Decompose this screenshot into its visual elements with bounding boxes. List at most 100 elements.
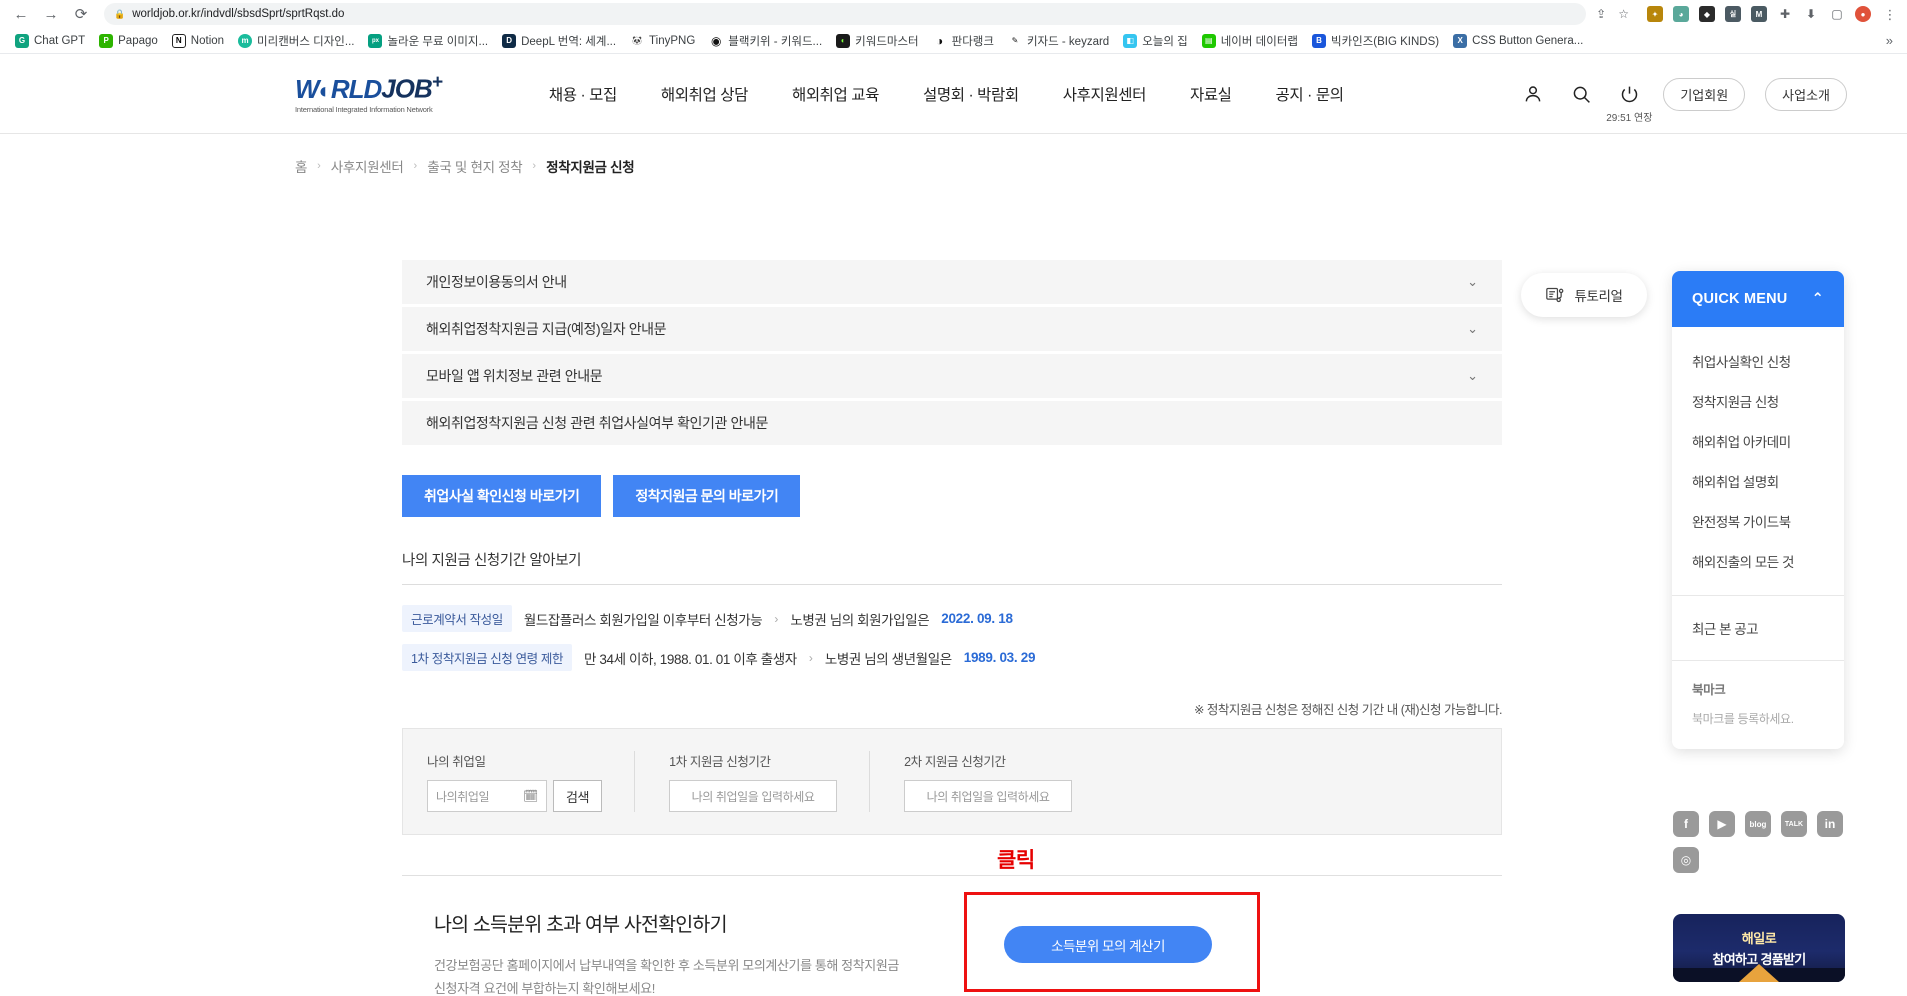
extension-icon-1[interactable]: ◕: [1673, 6, 1689, 22]
chevron-down-icon[interactable]: ⌄: [1467, 321, 1478, 337]
youtube-icon[interactable]: ▶: [1709, 811, 1735, 837]
promo-paragraph-line1: 건강보험공단 홈페이지에서 납부내역을 확인한 후 소득분위 모의계산기를 통해…: [434, 958, 899, 973]
bookmark-favicon: ◉: [709, 34, 723, 48]
extension-icon-0[interactable]: ✦: [1647, 6, 1663, 22]
info-row-contract-date: 근로계약서 작성일 월드잡플러스 회원가입일 이후부터 신청가능 › 노병권 님…: [402, 599, 1502, 638]
bookmark-label: TinyPNG: [649, 35, 695, 47]
extension-icon-4[interactable]: M: [1751, 6, 1767, 22]
nav-item-education[interactable]: 해외취업 교육: [792, 83, 879, 105]
browser-chrome: ← → ⟳ 🔒 worldjob.or.kr/indvdl/sbsdSprt/s…: [0, 0, 1907, 54]
bookmark-label: 미리캔버스 디자인...: [257, 33, 354, 49]
info-value-birth-date: 1989. 03. 29: [964, 650, 1035, 665]
field-label: 나의 취업일: [427, 751, 602, 770]
download-icon[interactable]: ⬇: [1803, 6, 1819, 22]
search-button[interactable]: 검색: [553, 780, 602, 812]
extension-icon-3[interactable]: 실: [1725, 6, 1741, 22]
bookmark-item[interactable]: ✎키자드 - keyzard: [1001, 31, 1116, 51]
quick-menu-item-academy[interactable]: 해외취업 아카데미: [1672, 421, 1844, 461]
bookmark-item[interactable]: 🐼TinyPNG: [623, 32, 702, 50]
income-calculator-button[interactable]: 소득분위 모의 계산기: [1004, 926, 1212, 963]
bookmark-item[interactable]: PPapago: [92, 32, 165, 50]
address-bar[interactable]: 🔒 worldjob.or.kr/indvdl/sbsdSprt/sprtRqs…: [104, 3, 1586, 25]
chevron-down-icon[interactable]: ⌄: [1467, 274, 1478, 290]
user-icon[interactable]: [1519, 80, 1547, 108]
quick-menu-item-employment-verification[interactable]: 취업사실확인 신청: [1672, 341, 1844, 381]
nav-item-resources[interactable]: 자료실: [1190, 83, 1232, 105]
bookmark-label: 오늘의 집: [1142, 33, 1188, 49]
tutorial-button[interactable]: 튜토리얼: [1521, 273, 1647, 317]
bookmark-item[interactable]: ◉블랙키위 - 키워드...: [702, 31, 829, 51]
bookmark-item[interactable]: ◐키워드마스터: [829, 31, 925, 51]
first-period-placeholder: 나의 취업일을 입력하세요: [692, 788, 815, 805]
info-label: 노병권 님의 생년월일은: [825, 648, 952, 668]
linkedin-icon[interactable]: in: [1817, 811, 1843, 837]
field-label: 2차 지원금 신청기간: [904, 751, 1072, 770]
nav-item-notice[interactable]: 공지 · 문의: [1276, 83, 1344, 105]
calendar-icon[interactable]: 🗓: [523, 789, 538, 803]
instagram-icon[interactable]: ◎: [1673, 847, 1699, 873]
bookmark-item[interactable]: XCSS Button Genera...: [1446, 32, 1590, 50]
forward-button[interactable]: →: [38, 2, 64, 26]
bookmark-star-icon[interactable]: ☆: [1618, 7, 1629, 21]
nav-item-consulting[interactable]: 해외취업 상담: [661, 83, 748, 105]
second-period-display: 나의 취업일을 입력하세요: [904, 780, 1072, 812]
accordion-item-verify-agency[interactable]: 해외취업정착지원금 신청 관련 취업사실여부 확인기관 안내문: [402, 401, 1502, 445]
date-search-panel: 나의 취업일 나의취업일 🗓 검색 1차 지원금 신청기간 나의 취업일을 입력…: [402, 728, 1502, 835]
reload-button[interactable]: ⟳: [68, 2, 94, 26]
bookmark-item[interactable]: m미리캔버스 디자인...: [231, 31, 361, 51]
window-icon[interactable]: ▢: [1829, 6, 1845, 22]
chevron-right-icon: ›: [809, 651, 813, 665]
bookmark-item[interactable]: NNotion: [165, 32, 231, 50]
chrome-menu-icon[interactable]: ⋮: [1881, 8, 1899, 21]
bookmark-item[interactable]: ◧오늘의 집: [1116, 31, 1195, 51]
nav-item-recruit[interactable]: 채용 · 모집: [549, 83, 617, 105]
business-intro-button[interactable]: 사업소개: [1765, 78, 1847, 111]
quick-menu-item-settlement-application[interactable]: 정착지원금 신청: [1672, 381, 1844, 421]
nav-item-support-center[interactable]: 사후지원센터: [1063, 83, 1146, 105]
accordion-item-location-info[interactable]: 모바일 앱 위치정보 관련 안내문 ⌄: [402, 354, 1502, 398]
back-button[interactable]: ←: [8, 2, 34, 26]
employment-verification-button[interactable]: 취업사실 확인신청 바로가기: [402, 475, 601, 517]
site-logo[interactable]: W◐RLDJOB+ International Integrated Infor…: [295, 73, 442, 114]
quick-menu-list: 취업사실확인 신청 정착지원금 신청 해외취업 아카데미 해외취업 설명회 완전…: [1672, 327, 1844, 591]
puzzle-icon[interactable]: ✚: [1777, 6, 1793, 22]
quick-menu-header[interactable]: QUICK MENU ⌃: [1672, 271, 1844, 327]
bookmark-item[interactable]: px놀라운 무료 이미지...: [361, 31, 495, 51]
info-description: 월드잡플러스 회원가입일 이후부터 신청가능: [524, 609, 762, 629]
info-tag: 1차 정착지원금 신청 연령 제한: [402, 644, 572, 671]
breadcrumb-settlement[interactable]: 출국 및 현지 정착: [427, 156, 522, 176]
accordion-item-payment-date[interactable]: 해외취업정착지원금 지급(예정)일자 안내문 ⌄: [402, 307, 1502, 351]
quick-menu-item-overseas-all[interactable]: 해외진출의 모든 것: [1672, 541, 1844, 581]
bookmark-item[interactable]: DDeepL 번역: 세계...: [495, 31, 623, 51]
power-logout-icon[interactable]: 29:51 연장: [1615, 80, 1643, 108]
bookmarks-overflow-icon[interactable]: »: [1880, 33, 1899, 48]
chevron-up-icon[interactable]: ⌃: [1812, 291, 1824, 307]
kakaotalk-icon[interactable]: TALK: [1781, 811, 1807, 837]
accordion-item-privacy[interactable]: 개인정보이용동의서 안내 ⌄: [402, 260, 1502, 304]
bookmark-item[interactable]: ◑판다랭크: [926, 31, 1001, 51]
bookmark-item[interactable]: GChat GPT: [8, 32, 92, 50]
employment-date-input[interactable]: 나의취업일 🗓: [427, 780, 547, 812]
search-icon[interactable]: [1567, 80, 1595, 108]
recent-postings-link[interactable]: 최근 본 공고: [1672, 600, 1844, 656]
event-banner[interactable]: 해일로 참여하고 경품받기: [1673, 914, 1845, 982]
breadcrumb-home[interactable]: 홈: [295, 156, 307, 176]
profile-avatar[interactable]: ●: [1855, 6, 1871, 22]
breadcrumb-support-center[interactable]: 사후지원센터: [331, 156, 404, 176]
quick-menu-item-guidebook[interactable]: 완전정복 가이드북: [1672, 501, 1844, 541]
facebook-icon[interactable]: f: [1673, 811, 1699, 837]
settlement-inquiry-button[interactable]: 정착지원금 문의 바로가기: [613, 475, 800, 517]
share-icon[interactable]: ⇪: [1596, 7, 1606, 21]
quick-menu-item-briefing[interactable]: 해외취업 설명회: [1672, 461, 1844, 501]
url-text: worldjob.or.kr/indvdl/sbsdSprt/sprtRqst.…: [132, 8, 344, 20]
bookmark-item[interactable]: ▤네이버 데이터랩: [1195, 31, 1305, 51]
chevron-down-icon[interactable]: ⌄: [1467, 368, 1478, 384]
extension-icon-2[interactable]: ◆: [1699, 6, 1715, 22]
corporate-member-button[interactable]: 기업회원: [1663, 78, 1745, 111]
blog-icon[interactable]: blog: [1745, 811, 1771, 837]
bookmark-label: 키워드마스터: [855, 33, 918, 49]
bookmark-item[interactable]: B빅카인즈(BIG KINDS): [1305, 31, 1446, 51]
session-timer[interactable]: 29:51 연장: [1606, 109, 1652, 124]
second-period-placeholder: 나의 취업일을 입력하세요: [927, 788, 1050, 805]
nav-item-expo[interactable]: 설명회 · 박람회: [923, 83, 1019, 105]
